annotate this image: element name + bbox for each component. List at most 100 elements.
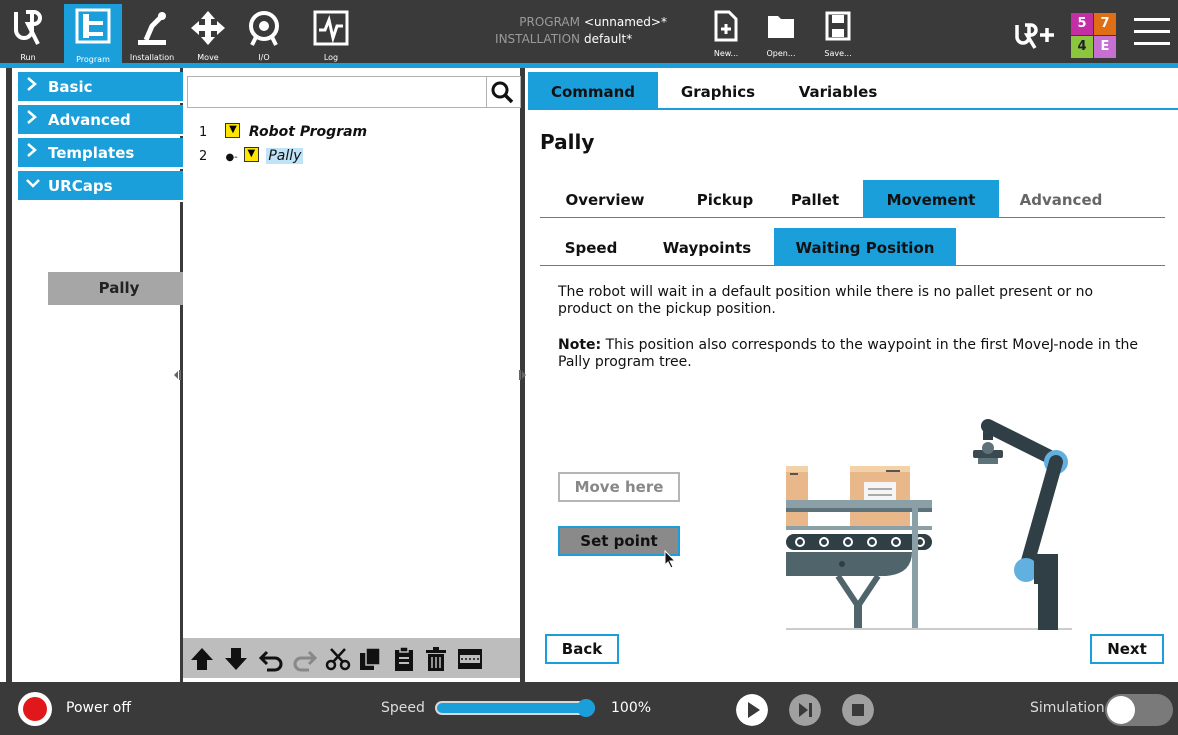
io-icon <box>249 11 279 46</box>
chevron-down-icon <box>26 171 40 202</box>
movement-subtabs: Speed Waypoints Waiting Position <box>540 228 1165 266</box>
tab-waypoints[interactable]: Waypoints <box>652 228 762 266</box>
tree-search-input[interactable] <box>187 76 521 108</box>
move-here-button[interactable]: Move here <box>558 472 680 502</box>
search-icon[interactable] <box>486 77 520 107</box>
nav-program[interactable]: Program <box>64 4 122 66</box>
nav-run[interactable]: Run <box>8 6 48 64</box>
category-basic-label: Basic <box>48 78 93 96</box>
collapse-left-handle-icon[interactable] <box>172 367 182 381</box>
nav-io-label: I/O <box>258 53 270 62</box>
move-up-icon[interactable] <box>189 646 215 672</box>
next-button[interactable]: Next <box>1090 634 1164 664</box>
nav-installation[interactable]: Installation <box>124 6 180 64</box>
tab-waiting-position[interactable]: Waiting Position <box>774 228 956 266</box>
save-label: Save... <box>824 49 852 58</box>
tab-pallet[interactable]: Pallet <box>770 180 860 218</box>
speed-slider-handle[interactable] <box>577 699 595 717</box>
badge-cell-bl: 4 <box>1071 36 1093 58</box>
hamburger-menu-icon[interactable] <box>1134 18 1170 48</box>
move-down-icon[interactable] <box>223 646 249 672</box>
waiting-position-description: The robot will wait in a default positio… <box>558 284 1094 317</box>
tree-row-robot-program[interactable]: 1 ▼ Robot Program <box>199 122 367 142</box>
power-indicator-icon <box>23 697 47 721</box>
robot-status-badge[interactable]: 5 7 4 E <box>1071 13 1116 58</box>
save-button[interactable]: Save... <box>812 10 864 62</box>
program-info: PROGRAM <unnamed>* INSTALLATION default* <box>480 14 690 48</box>
cut-scissors-icon[interactable] <box>325 646 351 672</box>
redo-icon[interactable] <box>291 646 317 672</box>
set-point-button[interactable]: Set point <box>558 526 680 556</box>
urcap-item-pally[interactable]: Pally <box>48 272 190 305</box>
toggle-knob <box>1107 696 1135 724</box>
ur-logo-icon <box>14 10 42 45</box>
program-name: <unnamed>* <box>584 15 667 29</box>
top-bar: Run Program Installation Move I/O Log PR… <box>0 0 1178 68</box>
paste-clipboard-icon[interactable] <box>391 646 417 672</box>
nav-log[interactable]: Log <box>303 6 359 64</box>
tree-row-number: 1 <box>199 125 208 140</box>
speed-slider-track[interactable] <box>435 701 595 715</box>
category-basic[interactable]: Basic <box>18 72 184 103</box>
stop-icon[interactable] <box>842 694 874 726</box>
chevron-right-icon <box>26 138 40 169</box>
urplus-button[interactable] <box>1014 22 1056 50</box>
tree-row-label: Pally <box>266 148 304 164</box>
new-button[interactable]: New... <box>700 10 752 62</box>
bottom-bar: Power off Speed 100% Simulation <box>0 682 1178 735</box>
simulation-toggle[interactable] <box>1105 694 1173 726</box>
collapse-right-handle-icon[interactable] <box>518 367 528 381</box>
nav-move[interactable]: Move <box>180 6 236 64</box>
pally-tabs: Overview Pickup Pallet Movement Advanced <box>540 180 1165 218</box>
copy-icon[interactable] <box>357 646 383 672</box>
tree-row-label: Robot Program <box>248 124 368 140</box>
undo-icon[interactable] <box>259 646 285 672</box>
command-tabs: Command Graphics Variables <box>528 72 1178 110</box>
badge-cell-br: E <box>1094 36 1116 58</box>
program-node-sidebar: Basic Advanced Templates URCaps Pally <box>6 68 190 682</box>
tree-toolbar <box>183 638 520 678</box>
nav-program-label: Program <box>76 55 110 64</box>
log-icon <box>313 10 349 46</box>
suppress-icon[interactable] <box>457 646 483 672</box>
robot-arm-icon <box>138 12 166 45</box>
tab-pickup[interactable]: Pickup <box>670 180 780 218</box>
speed-label: Speed <box>381 700 425 716</box>
category-advanced[interactable]: Advanced <box>18 105 184 136</box>
category-advanced-label: Advanced <box>48 111 131 129</box>
chevron-right-icon <box>26 72 40 103</box>
new-file-icon <box>714 10 738 42</box>
program-key: PROGRAM <box>519 15 580 29</box>
move-arrows-icon <box>191 11 225 45</box>
tree-row-number: 2 <box>199 149 208 164</box>
tab-overview[interactable]: Overview <box>550 180 660 218</box>
waiting-position-note: Note: This position also corresponds to … <box>558 337 1148 371</box>
tree-row-pally[interactable]: 2 ●‑ ▼ Pally <box>199 146 304 166</box>
back-button[interactable]: Back <box>545 634 619 664</box>
new-label: New... <box>713 49 739 58</box>
tab-movement[interactable]: Movement <box>863 180 999 218</box>
note-label: Note: <box>558 337 602 353</box>
chevron-right-icon <box>26 105 40 136</box>
tab-speed[interactable]: Speed <box>546 228 636 266</box>
tab-command[interactable]: Command <box>528 72 658 110</box>
collapse-triangle-icon[interactable]: ▼ <box>225 122 241 138</box>
delete-trash-icon[interactable] <box>423 646 449 672</box>
badge-cell-tr: 7 <box>1094 13 1116 35</box>
tab-advanced[interactable]: Advanced <box>1006 180 1116 218</box>
play-icon[interactable] <box>736 694 768 726</box>
tab-graphics[interactable]: Graphics <box>668 72 768 110</box>
simulation-label: Simulation <box>1030 700 1105 716</box>
node-link-icon: ●‑ <box>225 152 238 163</box>
category-urcaps[interactable]: URCaps <box>18 171 184 202</box>
badge-cell-tl: 5 <box>1071 13 1093 35</box>
nav-io[interactable]: I/O <box>236 6 292 64</box>
tab-variables[interactable]: Variables <box>788 72 888 110</box>
open-button[interactable]: Open... <box>755 10 807 62</box>
folder-icon <box>768 16 794 38</box>
program-tree-panel: 1 ▼ Robot Program 2 ●‑ ▼ Pally <box>183 68 525 682</box>
category-templates[interactable]: Templates <box>18 138 184 169</box>
collapse-triangle-icon[interactable]: ▼ <box>243 146 259 162</box>
step-icon[interactable] <box>789 694 821 726</box>
power-button[interactable] <box>18 692 52 726</box>
